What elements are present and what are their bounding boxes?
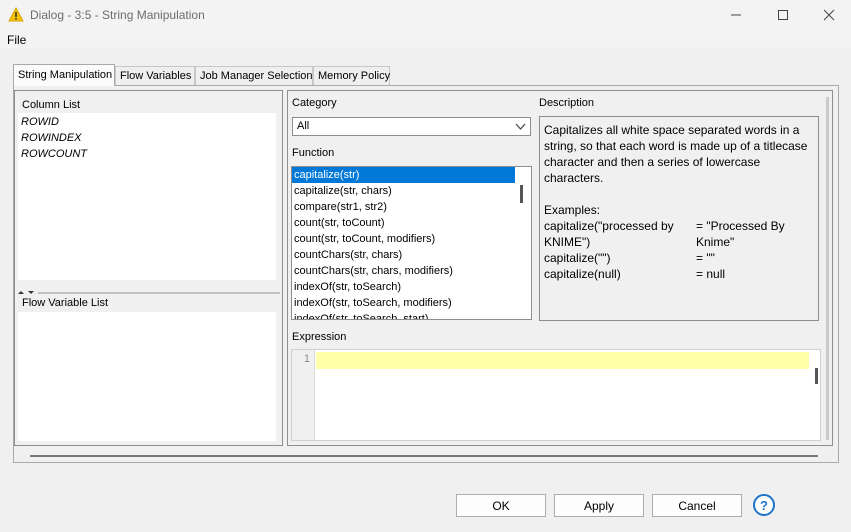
function-item[interactable]: indexOf(str, toSearch, start) [292,311,515,319]
close-icon [823,9,835,21]
example-result: = "" [696,251,715,265]
example-result: = "Processed By Knime" [696,219,785,249]
example-call: capitalize(null) [544,267,621,281]
function-item[interactable]: count(str, toCount) [292,215,515,231]
function-list-scrollbar[interactable] [520,185,523,203]
flow-variable-list-title: Flow Variable List [22,297,108,309]
tab-flow-variables[interactable]: Flow Variables [115,66,195,85]
chevron-down-icon [515,123,526,130]
description-label: Description [539,97,595,109]
cancel-button[interactable]: Cancel [652,494,742,517]
description-box: Capitalizes all white space separated wo… [539,116,819,321]
flow-variable-list[interactable] [18,312,276,441]
expression-label: Expression [292,331,347,343]
function-item[interactable]: compare(str1, str2) [292,199,515,215]
menu-bar [0,30,851,48]
category-value: All [297,120,310,132]
column-item-rowcount[interactable]: ROWCOUNT [21,146,87,162]
maximize-icon [778,10,788,20]
ok-button[interactable]: OK [456,494,546,517]
function-item[interactable]: count(str, toCount, modifiers) [292,231,515,247]
example-call: capitalize("") [544,251,611,265]
editor-scrollbar[interactable] [815,368,818,384]
column-item-rowindex[interactable]: ROWINDEX [21,130,82,146]
example-result: = null [696,267,726,281]
split-pane-divider[interactable] [18,284,280,294]
minimize-button[interactable] [713,0,759,30]
function-item[interactable]: countChars(str, chars) [292,247,515,263]
function-item[interactable]: capitalize(str) [292,167,515,183]
description-body: Capitalizes all white space separated wo… [544,123,808,185]
horizontal-scrollbar[interactable] [30,455,818,457]
function-item[interactable]: indexOf(str, toSearch) [292,279,515,295]
line-number: 1 [303,353,310,365]
description-text: Capitalizes all white space separated wo… [544,122,814,282]
apply-button[interactable]: Apply [554,494,644,517]
column-item-rowid[interactable]: ROWID [21,114,59,130]
right-panel-scrollbar[interactable] [826,97,829,440]
maximize-button[interactable] [760,0,806,30]
tab-job-manager-selection[interactable]: Job Manager Selection [195,66,313,85]
splitter-arrows-icon [18,291,280,294]
window-title: Dialog - 3:5 - String Manipulation [30,8,205,22]
tab-memory-policy[interactable]: Memory Policy [313,66,390,85]
menu-file[interactable]: File [7,33,26,47]
help-button[interactable]: ? [753,494,775,516]
help-icon: ? [760,497,768,513]
close-button[interactable] [806,0,851,30]
current-line-highlight [316,352,809,369]
category-select[interactable]: All [292,117,531,136]
examples-title: Examples: [544,203,601,217]
category-label: Category [292,97,337,109]
function-item[interactable]: capitalize(str, chars) [292,183,515,199]
function-item[interactable]: indexOf(str, toSearch, modifiers) [292,295,515,311]
warning-triangle-icon [8,6,24,23]
line-number-gutter: 1 [292,350,315,440]
function-list[interactable]: capitalize(str) capitalize(str, chars) c… [291,166,532,320]
tab-string-manipulation[interactable]: String Manipulation [13,64,115,86]
function-label: Function [292,147,335,159]
function-item[interactable]: countChars(str, chars, modifiers) [292,263,515,279]
example-call: capitalize("processed by KNIME") [544,219,674,249]
minimize-icon [731,14,741,16]
expression-editor[interactable]: 1 [291,349,821,441]
column-list-title: Column List [22,99,81,111]
